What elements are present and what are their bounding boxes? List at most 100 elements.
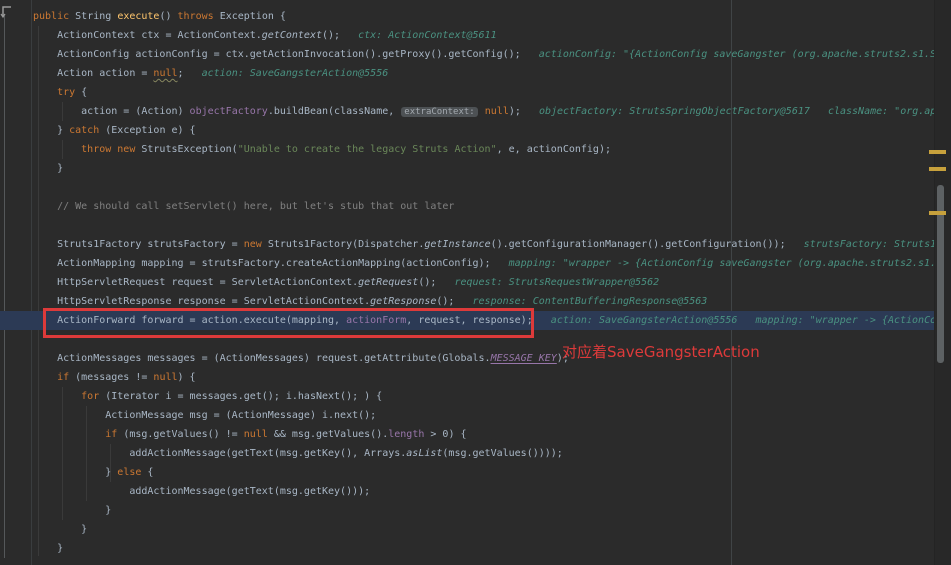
code-token: if [33, 372, 69, 383]
code-line[interactable]: ActionMessages messages = (ActionMessage… [33, 349, 951, 368]
code-token: } [33, 163, 63, 174]
code-line[interactable]: action = (Action) objectFactory.buildBea… [33, 102, 951, 121]
annotation-note: 对应着SaveGangsterAction [562, 341, 760, 362]
scrollbar-thumb[interactable] [937, 185, 944, 363]
code-token: getInstance [424, 239, 490, 250]
code-token: > 0) { [424, 429, 466, 440]
code-line[interactable]: Struts1Factory strutsFactory = new Strut… [33, 235, 951, 254]
code-token: MESSAGE_KEY [491, 353, 557, 364]
inline-debug-value: actionConfig: "{ActionConfig saveGangste… [521, 49, 951, 60]
inline-debug-value: action: SaveGangsterAction@5556 mapping:… [533, 315, 951, 326]
code-token: getResponse [370, 296, 436, 307]
inline-debug-value: request: StrutsRequestWrapper@5562 [436, 277, 659, 288]
code-line[interactable]: for (Iterator i = messages.get(); i.hasN… [33, 387, 951, 406]
code-line[interactable]: public String execute() throws Exception… [33, 7, 951, 26]
code-token: String [75, 11, 117, 22]
code-token: null [153, 372, 177, 383]
code-token: ActionMessage msg = (ActionMessage) i.ne… [33, 410, 376, 421]
code-token: ActionContext ctx = ActionContext. [33, 30, 262, 41]
inline-debug-value: strutsFactory: Struts1Factory [786, 239, 951, 250]
code-token: (); [322, 30, 340, 41]
code-token: HttpServletRequest request = ServletActi… [33, 277, 358, 288]
code-token: execute [117, 11, 159, 22]
code-token: catch [69, 125, 99, 136]
code-line[interactable]: // We should call setServlet() here, but… [33, 197, 951, 216]
code-token: (Exception e) { [99, 125, 195, 136]
code-token: Struts1Factory strutsFactory = [33, 239, 244, 250]
code-token: Action action = [33, 68, 153, 79]
code-token: } [33, 467, 117, 478]
parameter-hint-chip: extraContext: [401, 107, 477, 117]
code-line[interactable]: throw new StrutsException("Unable to cre… [33, 140, 951, 159]
code-token: Exception { [220, 11, 286, 22]
code-token: () [159, 11, 177, 22]
code-token: asList [406, 448, 442, 459]
code-line[interactable]: } [33, 520, 951, 539]
code-line[interactable]: } else { [33, 463, 951, 482]
code-token: Struts1Factory(Dispatcher. [268, 239, 425, 250]
code-token: , e, actionConfig); [497, 144, 611, 155]
code-token: else [117, 467, 141, 478]
code-token: && msg.getValues(). [268, 429, 388, 440]
code-token: try [33, 87, 75, 98]
code-token: (Iterator i = messages.get(); i.hasNext(… [99, 391, 382, 402]
inline-debug-value: response: ContentBufferingResponse@5563 [454, 296, 707, 307]
fold-marker-icon[interactable] [0, 5, 13, 19]
code-token: ActionMapping mapping = strutsFactory.cr… [33, 258, 491, 269]
code-line[interactable]: addActionMessage(getText(msg.getKey(), A… [33, 444, 951, 463]
code-token: ActionMessages messages = (ActionMessage… [33, 353, 491, 364]
code-token: "Unable to create the legacy Struts Acti… [238, 144, 497, 155]
code-line[interactable]: } [33, 159, 951, 178]
code-token: (msg.getValues() != [117, 429, 243, 440]
code-token: null [153, 68, 177, 79]
code-token: } [33, 543, 63, 554]
code-line[interactable] [33, 178, 951, 197]
code-token: (); [436, 296, 454, 307]
code-line[interactable]: ActionMessage msg = (ActionMessage) i.ne… [33, 406, 951, 425]
code-line[interactable]: } [33, 539, 951, 558]
code-line[interactable]: } [33, 501, 951, 520]
code-token: HttpServletResponse response = ServletAc… [33, 296, 370, 307]
code-line[interactable]: ActionMapping mapping = strutsFactory.cr… [33, 254, 951, 273]
inline-debug-value: objectFactory: StrutsSpringObjectFactory… [521, 106, 951, 117]
code-token: ); [509, 106, 521, 117]
code-line[interactable]: addActionMessage(getText(msg.getKey())); [33, 482, 951, 501]
code-token: addActionMessage(getText(msg.getKey(), A… [33, 448, 406, 459]
code-token: throws [178, 11, 220, 22]
code-token: action = (Action) [33, 106, 190, 117]
code-area[interactable]: public String execute() throws Exception… [33, 7, 951, 558]
code-token: ActionConfig actionConfig = ctx.getActio… [33, 49, 521, 60]
code-token: throw new [33, 144, 141, 155]
code-line[interactable]: ActionConfig actionConfig = ctx.getActio… [33, 45, 951, 64]
code-token: StrutsException( [141, 144, 237, 155]
code-line[interactable]: try { [33, 83, 951, 102]
code-token: public [33, 11, 75, 22]
gutter-separator [31, 0, 32, 565]
code-line[interactable]: } catch (Exception e) { [33, 121, 951, 140]
code-line[interactable]: HttpServletRequest request = ServletActi… [33, 273, 951, 292]
inline-debug-value: mapping: "wrapper -> {ActionConfig saveG… [491, 258, 951, 269]
code-token: null [485, 106, 509, 117]
code-token: getContext [262, 30, 322, 41]
code-line[interactable]: if (messages != null) { [33, 368, 951, 387]
code-token: ().getConfigurationManager().getConfigur… [491, 239, 786, 250]
code-line[interactable] [33, 216, 951, 235]
code-line[interactable]: ActionContext ctx = ActionContext.getCon… [33, 26, 951, 45]
code-line[interactable]: Action action = null; action: SaveGangst… [33, 64, 951, 83]
code-token: addActionMessage(getText(msg.getKey())); [33, 486, 370, 497]
code-token: for [33, 391, 99, 402]
code-token: length [388, 429, 424, 440]
code-token: // We should call setServlet() here, but… [33, 201, 454, 212]
inline-debug-value: action: SaveGangsterAction@5556 [184, 68, 389, 79]
code-token: objectFactory [190, 106, 268, 117]
code-token: new [244, 239, 268, 250]
code-token: .buildBean(className, [268, 106, 400, 117]
annotation-rectangle [43, 308, 534, 338]
code-token: } [33, 505, 111, 516]
code-token: (messages != [69, 372, 153, 383]
code-line[interactable]: if (msg.getValues() != null && msg.getVa… [33, 425, 951, 444]
code-token: null [244, 429, 268, 440]
inline-debug-value: ctx: ActionContext@5611 [340, 30, 497, 41]
code-editor: public String execute() throws Exception… [0, 0, 951, 565]
fold-region-line [4, 16, 5, 558]
